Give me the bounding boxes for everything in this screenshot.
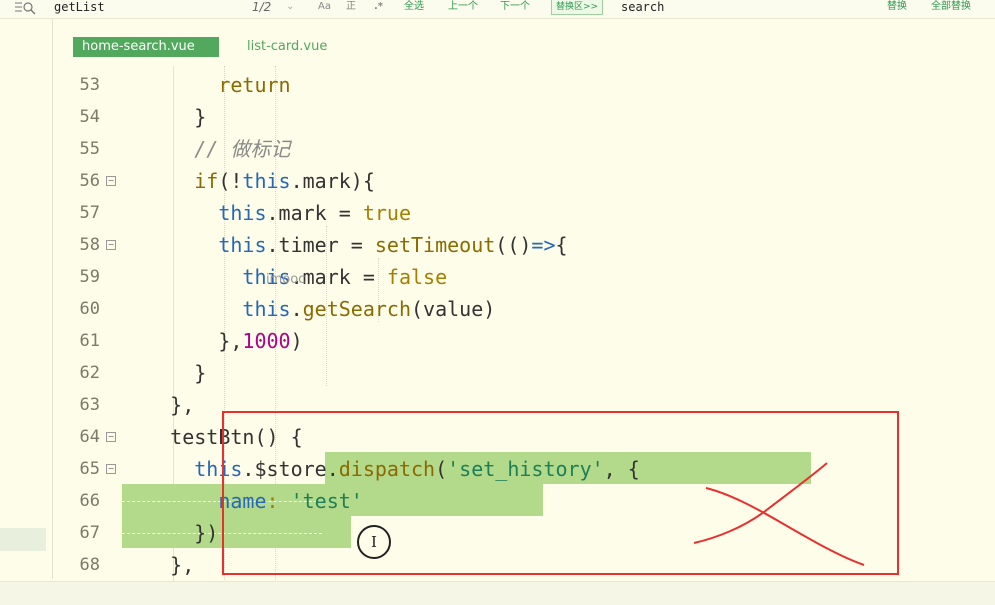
cross-mark-icon bbox=[693, 462, 865, 566]
mouse-cursor-icon: I bbox=[357, 525, 391, 559]
status-bar bbox=[0, 581, 995, 605]
